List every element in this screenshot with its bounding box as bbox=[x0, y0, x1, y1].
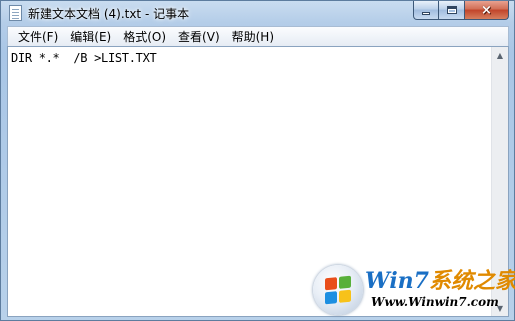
watermark-brand: Win7系统之家 bbox=[365, 263, 515, 295]
menu-format[interactable]: 格式(O) bbox=[117, 28, 172, 46]
menu-view[interactable]: 查看(V) bbox=[172, 28, 226, 46]
close-button[interactable]: × bbox=[465, 1, 509, 20]
flag-yellow bbox=[339, 289, 351, 303]
watermark: Win7系统之家 Www.Winwin7.com bbox=[313, 261, 515, 317]
menu-help[interactable]: 帮助(H) bbox=[226, 28, 280, 46]
windows-logo-icon bbox=[313, 265, 363, 315]
window-title: 新建文本文档 (4).txt - 记事本 bbox=[28, 7, 190, 21]
notepad-icon[interactable] bbox=[9, 5, 22, 21]
caption-buttons: × bbox=[413, 1, 509, 20]
close-icon: × bbox=[481, 2, 492, 18]
watermark-url: Www.Winwin7.com bbox=[371, 295, 499, 309]
watermark-brand-cn: 系统之家 bbox=[428, 268, 515, 294]
menu-file[interactable]: 文件(F) bbox=[12, 28, 64, 46]
menu-bar: 文件(F) 编辑(E) 格式(O) 查看(V) 帮助(H) bbox=[7, 26, 509, 46]
watermark-brand-win7: Win7 bbox=[365, 268, 429, 294]
menu-edit[interactable]: 编辑(E) bbox=[64, 28, 117, 46]
title-bar[interactable]: 新建文本文档 (4).txt - 记事本 × bbox=[1, 1, 514, 25]
windows-flag-icon bbox=[325, 275, 351, 305]
flag-blue bbox=[325, 291, 337, 305]
flag-green bbox=[339, 275, 351, 289]
editor-content[interactable]: DIR *.* /B >LIST.TXT bbox=[11, 51, 488, 65]
minimize-button[interactable] bbox=[413, 1, 439, 20]
maximize-button[interactable] bbox=[439, 1, 465, 20]
scroll-up-icon[interactable]: ▲ bbox=[492, 47, 508, 63]
minimize-icon bbox=[422, 12, 430, 15]
flag-red bbox=[325, 277, 337, 291]
maximize-icon bbox=[446, 6, 457, 14]
